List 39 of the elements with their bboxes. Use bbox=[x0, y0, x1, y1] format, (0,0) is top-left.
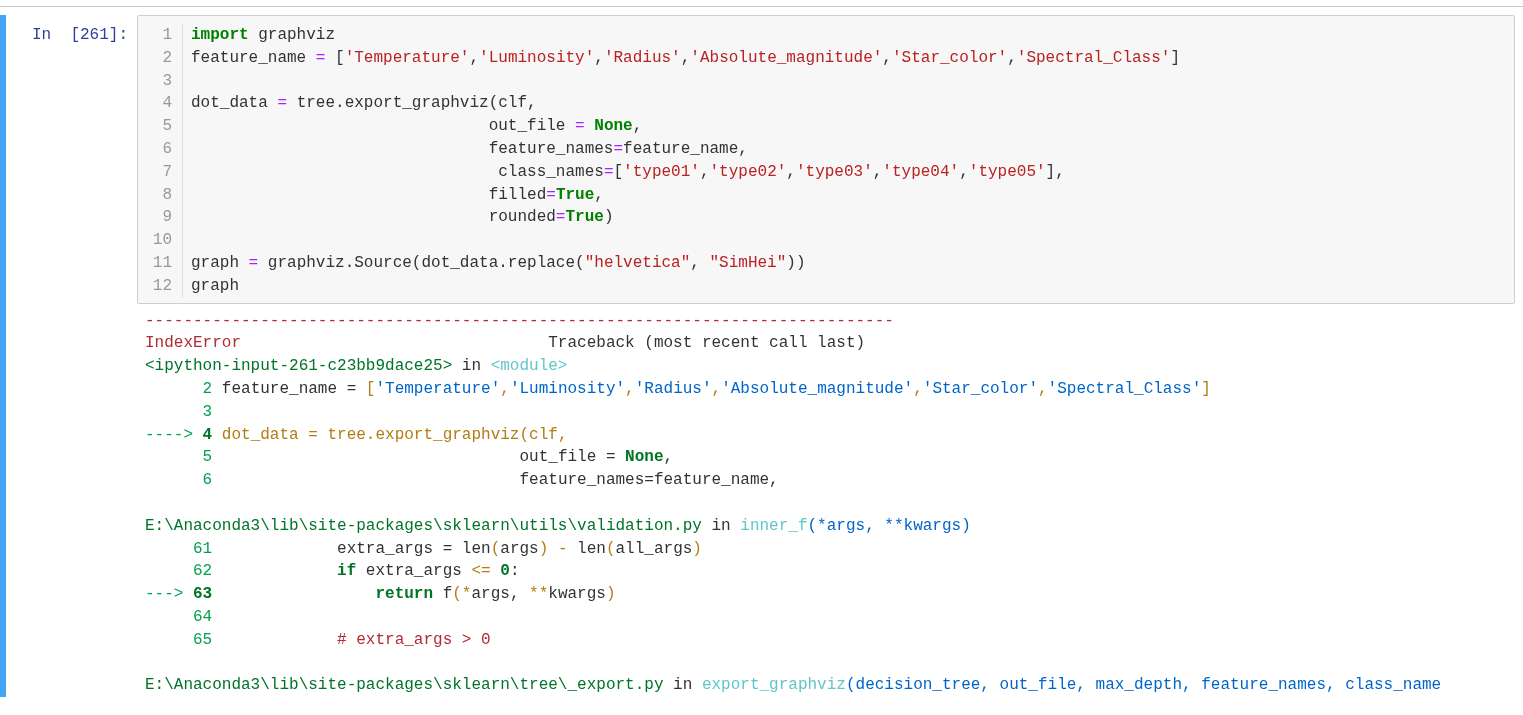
traceback-line: 3 bbox=[201, 402, 213, 421]
code-line: graph = graphviz.Source(dot_data.replace("helvetica", "SimHei")) bbox=[191, 253, 806, 272]
code-line: import graphviz bbox=[191, 26, 336, 44]
traceback-line: 62 if extra_args <= 0: bbox=[192, 562, 520, 581]
traceback-line: E:\Anaconda3\lib\site-packages\sklearn\utils\validation.py in inner_f(*args, **kwargs) bbox=[145, 516, 971, 535]
traceback-line: E:\Anaconda3\lib\site-packages\sklearn\tree\_export.py in export_graphviz(decision_tree, out_file, max_depth, feature_names, class_name bbox=[145, 676, 1442, 695]
line-number: 11 bbox=[152, 253, 172, 272]
line-number: 9 bbox=[162, 208, 172, 227]
line-number: 5 bbox=[162, 117, 172, 136]
traceback-line: 65 # extra_args > 0 bbox=[192, 630, 491, 649]
line-number: 8 bbox=[162, 185, 172, 204]
traceback-line: 5 out_file = None, bbox=[201, 448, 674, 467]
code-line: graph bbox=[191, 276, 239, 295]
traceback-line: ----> 4 dot_data = tree.export_graphviz(clf, bbox=[145, 425, 568, 444]
code-line: class_names=['type01','type02','type03','type04','type05'], bbox=[497, 162, 1065, 181]
error-header: IndexError Traceback (most recent call last) bbox=[145, 334, 866, 353]
code-line: rounded=True) bbox=[487, 208, 614, 227]
line-number: 7 bbox=[162, 162, 172, 181]
line-number: 2 bbox=[162, 48, 172, 67]
traceback-line: ---> 63 return f(*args, **kwargs) bbox=[145, 585, 616, 604]
traceback-line: 2 feature_name = ['Temperature','Luminosity','Radius','Absolute_magnitude','Star_color','Spectral_Class'] bbox=[201, 379, 1211, 398]
traceback-line: <ipython-input-261-c23bb9dace25> in <module> bbox=[145, 357, 568, 376]
code-line: out_file = None, bbox=[487, 117, 643, 136]
code-line: filled=True, bbox=[487, 185, 604, 204]
traceback-line: 6 feature_names=feature_name, bbox=[201, 471, 779, 490]
code-line: dot_data = tree.export_graphviz(clf, bbox=[191, 94, 537, 113]
line-number: 1 bbox=[162, 26, 172, 44]
line-number: 3 bbox=[162, 71, 172, 90]
code-line: feature_name = ['Temperature','Luminosity','Radius','Absolute_magnitude','Star_color','Spectral_Class'] bbox=[191, 48, 1181, 67]
code-editor[interactable] bbox=[137, 15, 1515, 304]
line-number: 4 bbox=[162, 94, 172, 113]
line-number: 10 bbox=[152, 231, 172, 250]
cell-prompt: In [261]: bbox=[32, 25, 128, 46]
code-line: feature_names=feature_name, bbox=[487, 140, 748, 158]
line-number: 12 bbox=[152, 276, 172, 295]
traceback-line: 61 extra_args = len(args) - len(all_args) bbox=[192, 539, 702, 558]
line-number: 6 bbox=[162, 140, 172, 158]
traceback-separator: ------------------------------------------------------------------------------ bbox=[145, 311, 894, 330]
traceback-line: 64 bbox=[192, 607, 213, 626]
